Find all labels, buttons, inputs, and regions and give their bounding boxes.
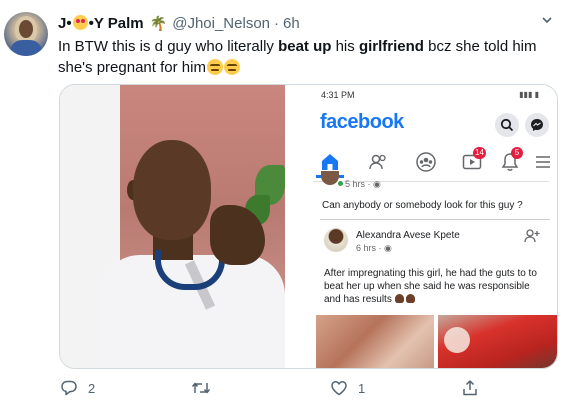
tweet-time[interactable]: 6h xyxy=(283,15,300,32)
text-bold: girlfriend xyxy=(358,38,424,55)
selfie-photo[interactable] xyxy=(60,85,285,368)
globe-icon: ◉ xyxy=(373,179,381,189)
post-photo-1[interactable] xyxy=(316,315,434,368)
watch-badge: 14 xyxy=(473,147,486,159)
text-bold: beat up xyxy=(278,38,332,55)
unamused-face-icon xyxy=(223,59,240,75)
reply-icon xyxy=(61,380,77,396)
author-avatar[interactable] xyxy=(324,228,348,252)
groups-icon[interactable] xyxy=(415,151,437,173)
post-text: Can anybody or somebody look for this gu… xyxy=(322,200,523,211)
like-button[interactable]: 1 xyxy=(330,378,365,398)
tweet-text: In BTW this is d guy who literally beat … xyxy=(58,36,558,78)
avatar-face xyxy=(19,20,33,38)
palm-tree-icon: 🌴 xyxy=(149,14,168,31)
facebook-nav: 14 5 xyxy=(315,147,550,177)
display-name-prefix: J• xyxy=(58,14,72,32)
unamused-face-icon xyxy=(206,59,223,75)
post-time-text: 5 hrs · xyxy=(345,179,374,189)
add-friend-icon[interactable] xyxy=(524,228,540,244)
retweet-icon xyxy=(191,382,211,394)
facebook-screenshot[interactable]: 4:31 PM ▮▮▮ ▮ facebook 14 5 5 hrs · ◉ Ca… xyxy=(285,85,557,368)
bell-icon[interactable]: 5 xyxy=(499,147,523,173)
tweet-media[interactable]: 4:31 PM ▮▮▮ ▮ facebook 14 5 5 hrs · ◉ Ca… xyxy=(59,84,558,369)
home-icon[interactable] xyxy=(319,151,341,173)
avatar-body xyxy=(10,40,42,56)
author-post-time-text: 6 hrs · xyxy=(356,243,385,253)
text-part: In BTW this is d guy who literally xyxy=(58,38,279,55)
facebook-logo: facebook xyxy=(320,111,404,133)
messenger-icon[interactable] xyxy=(525,113,549,137)
menu-icon[interactable] xyxy=(535,151,557,173)
online-indicator xyxy=(337,180,344,187)
reply-button[interactable]: 2 xyxy=(60,378,95,398)
like-count: 1 xyxy=(358,380,366,396)
user-avatar[interactable] xyxy=(4,12,48,56)
author-post-time: 6 hrs · ◉ xyxy=(356,243,392,254)
author-name[interactable]: Alexandra Avese Kpete xyxy=(356,230,460,241)
retweet-button[interactable] xyxy=(191,378,221,398)
friends-icon[interactable] xyxy=(367,151,389,173)
post-time: 5 hrs · ◉ xyxy=(345,179,381,190)
status-time: 4:31 PM xyxy=(321,90,355,100)
share-button[interactable] xyxy=(461,378,489,398)
user-handle[interactable]: @Jhoi_Nelson xyxy=(172,15,270,32)
post-photos[interactable] xyxy=(316,315,557,368)
text-part: his xyxy=(331,38,359,55)
shirt-logo xyxy=(444,327,470,353)
notification-badge: 5 xyxy=(511,147,523,159)
status-icons: ▮▮▮ ▮ xyxy=(519,90,539,99)
like-icon xyxy=(331,381,347,396)
share-icon xyxy=(463,380,477,396)
tweet-actions: 2 1 xyxy=(58,378,538,398)
smiling-heart-eyes-icon xyxy=(72,14,88,30)
women-emoji-icon xyxy=(394,294,417,303)
author-post-text-body: After impregnating this girl, he had the… xyxy=(324,268,537,305)
author-post-text: After impregnating this girl, he had the… xyxy=(324,267,539,306)
search-icon[interactable] xyxy=(495,113,519,137)
separator-dot: · xyxy=(274,14,279,32)
watch-icon[interactable]: 14 xyxy=(461,147,486,173)
photo-head xyxy=(133,140,211,240)
display-name-mid: •Y Palm xyxy=(88,14,144,32)
chevron-down-icon[interactable] xyxy=(541,14,553,26)
display-name[interactable]: J• •Y Palm 🌴 xyxy=(58,14,168,32)
globe-icon: ◉ xyxy=(384,243,392,253)
tweet-header: J• •Y Palm 🌴 @Jhoi_Nelson · 6h xyxy=(58,14,300,32)
reply-count: 2 xyxy=(88,380,96,396)
